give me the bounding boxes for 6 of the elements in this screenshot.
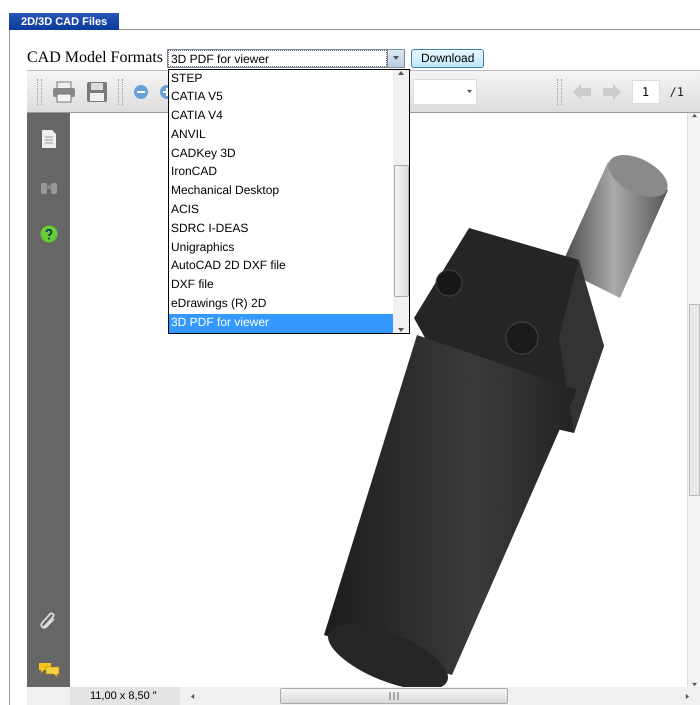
tab[interactable]: 2D/3D CAD Files xyxy=(9,13,120,30)
format-label: CAD Model Formats xyxy=(27,49,163,67)
page-number-field[interactable]: 1 xyxy=(632,80,660,104)
page-size-text: 11,00 x 8,50 " xyxy=(70,687,180,705)
page-total: /1 xyxy=(670,84,684,98)
download-button[interactable]: Download xyxy=(411,48,484,68)
